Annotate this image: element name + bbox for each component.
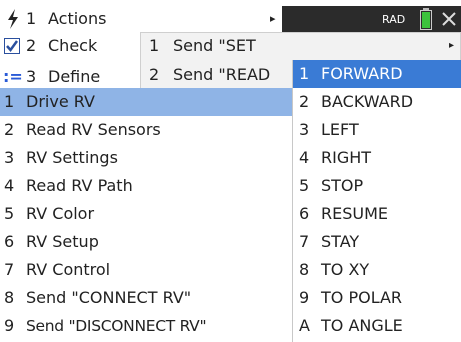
hub-item-send-disconnect-rv[interactable]: 9 Send "DISCONNECT RV" — [0, 312, 292, 340]
hub-item-label: RV Setup — [26, 232, 99, 251]
menu-item-actions[interactable]: 1 Actions ▸ — [0, 6, 282, 32]
hub-item-drive-rv[interactable]: 1 Drive RV — [0, 88, 292, 116]
drive-item-right[interactable]: 4 RIGHT — [293, 144, 461, 172]
hub-item-label: Read RV Sensors — [26, 120, 161, 139]
hub-item-number: 5 — [4, 204, 15, 223]
drive-item-number: 5 — [299, 176, 310, 195]
hub-item-number: 9 — [4, 316, 15, 335]
drive-item-label: FORWARD — [321, 64, 403, 83]
hub-item-label: Send "CONNECT RV" — [26, 288, 192, 307]
angle-mode-label: RAD — [382, 13, 406, 26]
hub-item-number: 1 — [4, 92, 15, 111]
send-item-number: 2 — [149, 65, 160, 84]
hub-item-number: 8 — [4, 288, 15, 307]
drive-rv-menu: 1 FORWARD 2 BACKWARD 3 LEFT 4 RIGHT 5 ST… — [292, 60, 461, 342]
actions-menu: 2 Check := 3 Define — [0, 32, 140, 92]
hub-item-rv-settings[interactable]: 3 RV Settings — [0, 144, 292, 172]
hub-item-number: 7 — [4, 260, 15, 279]
drive-item-label: BACKWARD — [321, 92, 414, 111]
drive-item-number: 4 — [299, 148, 310, 167]
define-number: 3 — [26, 67, 37, 86]
drive-item-stop[interactable]: 5 STOP — [293, 172, 461, 200]
drive-item-to-angle[interactable]: A TO ANGLE — [293, 312, 461, 340]
status-area — [282, 6, 461, 32]
drive-item-number: 2 — [299, 92, 310, 111]
drive-item-left[interactable]: 3 LEFT — [293, 116, 461, 144]
hub-item-label: RV Control — [26, 260, 111, 279]
define-label: Define — [48, 67, 101, 86]
drive-item-label: TO ANGLE — [321, 316, 403, 335]
hub-item-read-rv-sensors[interactable]: 2 Read RV Sensors — [0, 116, 292, 144]
drive-item-number: 3 — [299, 120, 310, 139]
actions-icon — [8, 9, 18, 29]
hub-item-label: Drive RV — [26, 92, 95, 111]
drive-item-number: A — [299, 316, 310, 335]
drive-item-label: LEFT — [321, 120, 359, 139]
hub-item-label: Send "DISCONNECT RV" — [26, 317, 207, 335]
send-menu-item[interactable]: 1 Send "SET ▸ — [141, 33, 460, 61]
hub-item-label: RV Color — [26, 204, 95, 223]
drive-item-resume[interactable]: 6 RESUME — [293, 200, 461, 228]
close-icon[interactable] — [441, 11, 457, 27]
drive-item-label: STOP — [321, 176, 364, 195]
drive-item-number: 9 — [299, 288, 310, 307]
submenu-arrow-icon: ▸ — [270, 12, 276, 25]
drive-item-label: RESUME — [321, 204, 389, 223]
define-icon: := — [3, 67, 23, 86]
menu-item-define[interactable]: := 3 Define — [0, 62, 140, 90]
drive-item-forward[interactable]: 1 FORWARD — [293, 60, 461, 88]
send-item-label: Send "READ — [173, 65, 271, 84]
hub-item-rv-control[interactable]: 7 RV Control — [0, 256, 292, 284]
actions-label: Actions — [48, 9, 107, 28]
menu-item-check[interactable]: 2 Check — [0, 32, 140, 60]
drive-item-number: 6 — [299, 204, 310, 223]
drive-item-to-polar[interactable]: 9 TO POLAR — [293, 284, 461, 312]
actions-number: 1 — [26, 9, 37, 28]
drive-item-label: TO POLAR — [321, 288, 403, 307]
submenu-arrow-icon: ▸ — [449, 40, 455, 51]
drive-item-to-xy[interactable]: 8 TO XY — [293, 256, 461, 284]
hub-item-number: 4 — [4, 176, 15, 195]
hub-item-label: Read RV Path — [26, 176, 133, 195]
drive-item-stay[interactable]: 7 STAY — [293, 228, 461, 256]
hub-item-rv-color[interactable]: 5 RV Color — [0, 200, 292, 228]
hub-item-read-rv-path[interactable]: 4 Read RV Path — [0, 172, 292, 200]
drive-item-label: TO XY — [321, 260, 370, 279]
drive-item-number: 8 — [299, 260, 310, 279]
check-icon — [4, 38, 20, 54]
drive-item-backward[interactable]: 2 BACKWARD — [293, 88, 461, 116]
send-item-label: Send "SET — [173, 36, 256, 55]
hub-menu: 1 Drive RV 2 Read RV Sensors 3 RV Settin… — [0, 88, 293, 342]
drive-item-number: 7 — [299, 232, 310, 251]
hub-item-rv-setup[interactable]: 6 RV Setup — [0, 228, 292, 256]
hub-item-number: 2 — [4, 120, 15, 139]
drive-item-label: RIGHT — [321, 148, 372, 167]
hub-item-number: 3 — [4, 148, 15, 167]
battery-icon — [420, 8, 432, 30]
send-item-number: 1 — [149, 36, 160, 55]
check-number: 2 — [26, 36, 37, 55]
hub-item-number: 6 — [4, 232, 15, 251]
hub-item-send-connect-rv[interactable]: 8 Send "CONNECT RV" — [0, 284, 292, 312]
drive-item-number: 1 — [299, 64, 310, 83]
hub-item-label: RV Settings — [26, 148, 118, 167]
check-label: Check — [48, 36, 98, 55]
drive-item-label: STAY — [321, 232, 360, 251]
